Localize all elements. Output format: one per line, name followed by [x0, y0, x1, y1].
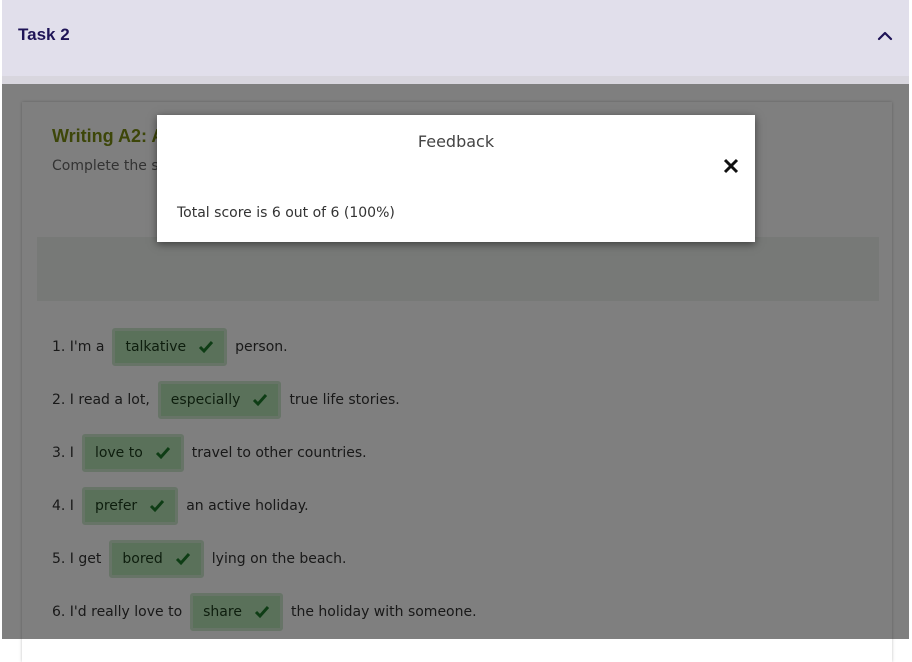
feedback-dialog: Feedback Total score is 6 out of 6 (100%… [157, 115, 755, 242]
header-divider [2, 76, 909, 84]
feedback-score: Total score is 6 out of 6 (100%) [177, 205, 395, 221]
task-title: Task 2 [18, 25, 70, 44]
close-icon[interactable] [723, 158, 739, 174]
feedback-title: Feedback [417, 132, 495, 151]
chevron-up-icon[interactable] [875, 26, 895, 46]
task-header[interactable]: Task 2 [2, 0, 909, 76]
